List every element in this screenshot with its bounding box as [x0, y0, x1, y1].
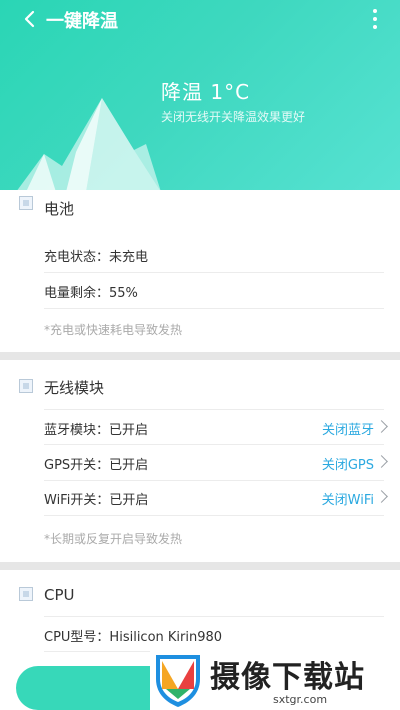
chevron-right-icon	[375, 455, 388, 468]
page-title: 一键降温	[46, 11, 118, 32]
wifi-status-label: WiFi开关：已开启	[44, 493, 149, 508]
ice-mountain-illustration	[17, 98, 161, 190]
gps-row: GPS开关：已开启 关闭GPS	[44, 445, 388, 481]
chevron-left-icon	[24, 10, 35, 28]
more-dot-icon	[373, 17, 377, 21]
back-button[interactable]	[18, 8, 40, 30]
battery-section-title: 电池	[44, 200, 75, 218]
top-bar: 一键降温	[0, 0, 400, 38]
cpu-icon	[19, 587, 33, 601]
section-divider	[0, 562, 400, 570]
wifi-row: WiFi开关：已开启 关闭WiFi	[44, 480, 388, 516]
more-menu-button[interactable]	[370, 7, 380, 31]
wireless-section-title: 无线模块	[44, 379, 105, 397]
cpu-section-title: CPU	[44, 586, 75, 604]
cooling-temperature: 降温 1°C	[161, 80, 251, 104]
watermark-url: sxtgr.com	[273, 693, 328, 706]
shield-logo-icon	[156, 655, 200, 707]
battery-level-label: 电量剩余：55%	[44, 286, 138, 301]
wireless-icon	[19, 379, 33, 393]
battery-icon	[19, 196, 33, 210]
battery-section: 电池 充电状态：未充电 电量剩余：55% *充电或快速耗电导致发热	[0, 190, 400, 350]
cpu-model-label: CPU型号：Hisilicon Kirin980	[44, 630, 223, 645]
section-divider	[0, 352, 400, 360]
battery-level-row: 电量剩余：55%	[44, 273, 384, 309]
close-wifi-link[interactable]: 关闭WiFi	[322, 489, 374, 508]
cpu-section-header: CPU	[0, 576, 400, 616]
close-bluetooth-link[interactable]: 关闭蓝牙	[322, 419, 374, 438]
cpu-model-row: CPU型号：Hisilicon Kirin980	[44, 616, 384, 652]
gps-status-label: GPS开关：已开启	[44, 458, 149, 473]
cpu-section: CPU CPU型号：Hisilicon Kirin980	[0, 570, 400, 652]
more-dot-icon	[373, 9, 377, 13]
wireless-section-header: 无线模块	[0, 366, 400, 406]
charging-status-row: 充电状态：未充电	[44, 237, 384, 273]
close-gps-link[interactable]: 关闭GPS	[322, 454, 374, 473]
chevron-right-icon	[375, 490, 388, 503]
cooling-hint: 关闭无线开关降温效果更好	[161, 110, 306, 124]
bluetooth-row: 蓝牙模块：已开启 关闭蓝牙	[44, 409, 388, 445]
watermark-brand: 摄像下载站	[210, 660, 365, 695]
header-banner: 一键降温 降温 1°C 关闭无线开关降温效果更好	[0, 0, 400, 190]
more-dot-icon	[373, 25, 377, 29]
chevron-right-icon	[375, 420, 388, 433]
battery-note: *充电或快速耗电导致发热	[44, 323, 183, 337]
bluetooth-status-label: 蓝牙模块：已开启	[44, 423, 149, 438]
watermark: 摄像下载站 sxtgr.com	[150, 648, 400, 710]
wireless-note: *长期或反复开启导致发热	[44, 532, 183, 546]
wireless-section: 无线模块 蓝牙模块：已开启 关闭蓝牙 GPS开关：已开启 关闭GPS WiFi开…	[0, 360, 400, 560]
battery-section-header: 电池	[0, 190, 400, 230]
charging-status-label: 充电状态：未充电	[44, 250, 149, 265]
